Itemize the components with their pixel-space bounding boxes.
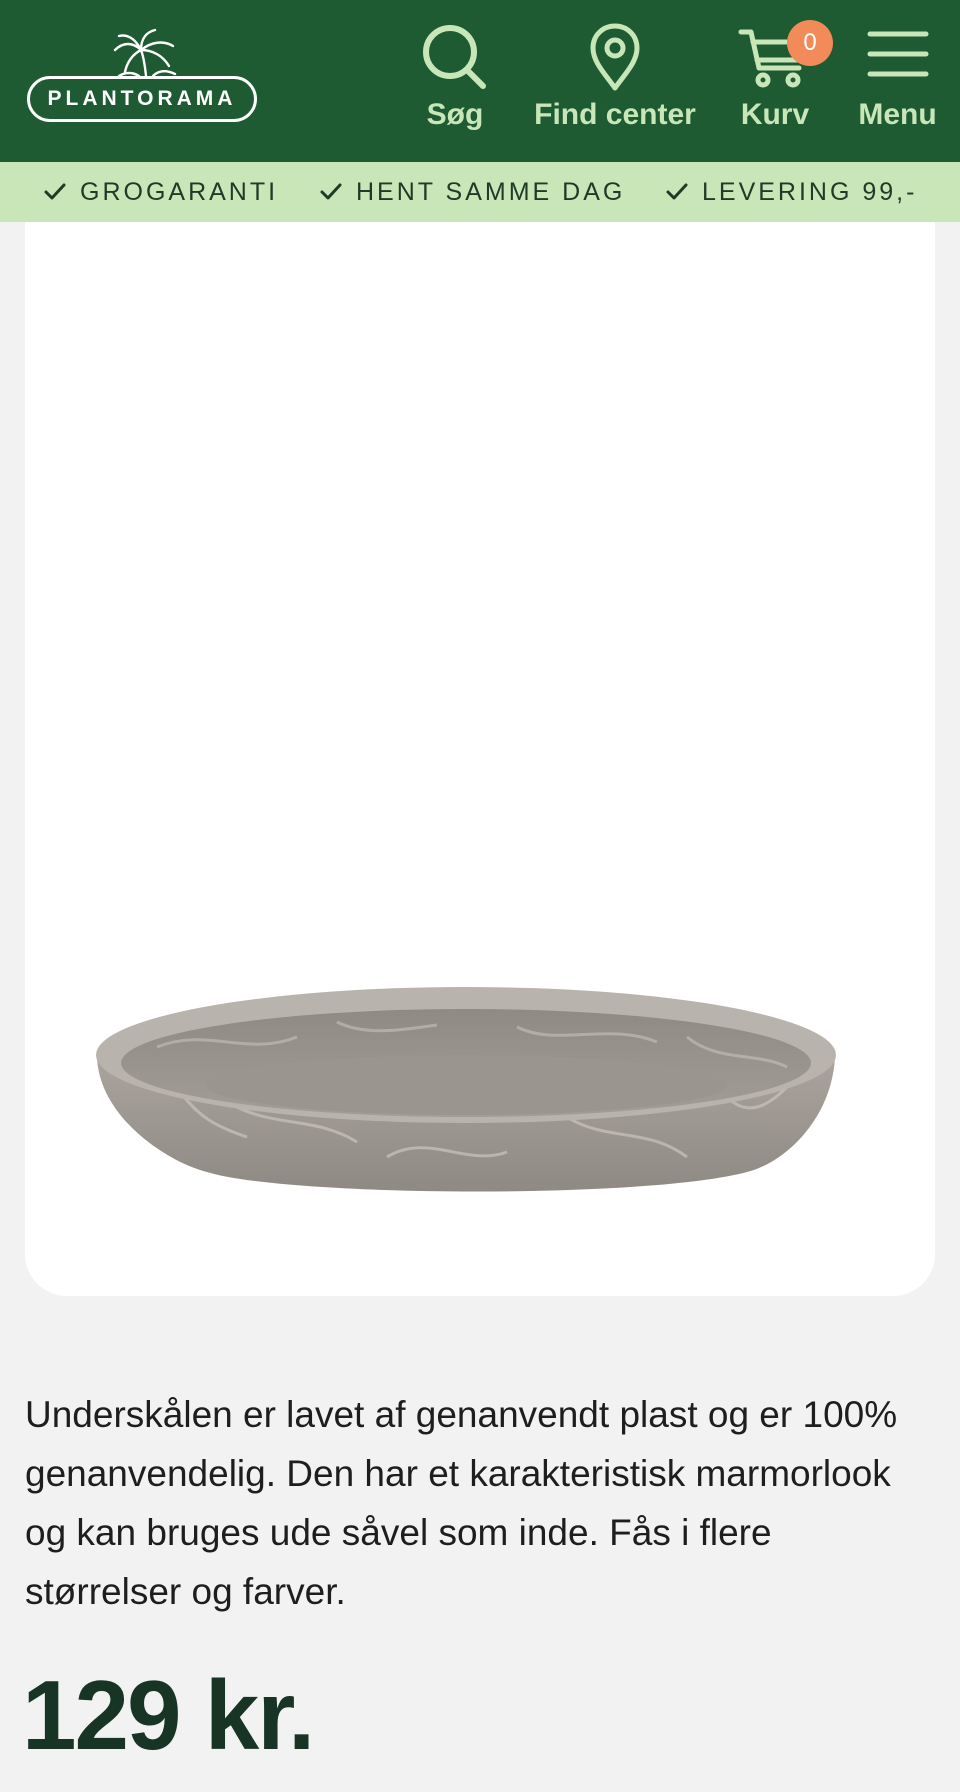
product-price: 129 kr. [22, 1660, 315, 1770]
usp-label: LEVERING 99,- [702, 177, 918, 206]
search-icon [423, 25, 486, 89]
menu-label: Menu [858, 98, 937, 131]
saucer-image [96, 987, 836, 1192]
find-center-button[interactable]: Find center [525, 20, 705, 140]
checkmark-icon [320, 183, 342, 200]
location-pin-icon [590, 23, 640, 91]
checkmark-icon [44, 183, 66, 200]
usp-label: GROGARANTI [80, 177, 279, 206]
find-center-label: Find center [534, 98, 696, 131]
checkmark-icon [666, 183, 688, 200]
usp-item: GROGARANTI [42, 162, 278, 222]
usp-item: LEVERING 99,- [664, 162, 917, 222]
logo-text: PLANTORAMA [27, 76, 257, 122]
usp-item: HENT SAMME DAG [318, 162, 625, 222]
site-header: PLANTORAMA Søg Find center 0 Kurv Menu [0, 0, 960, 162]
hamburger-menu-icon [867, 31, 928, 77]
cart-label: Kurv [740, 98, 810, 131]
search-label: Søg [426, 98, 484, 131]
plantorama-logo[interactable]: PLANTORAMA [27, 28, 257, 122]
product-description: Underskålen er lavet af genanvendt plast… [25, 1394, 898, 1612]
menu-button[interactable]: Menu [845, 20, 950, 140]
cart-count-badge: 0 [787, 20, 833, 66]
usp-bar: GROGARANTI HENT SAMME DAG LEVERING 99,- [0, 162, 960, 222]
palm-logo-icon [113, 28, 177, 78]
product-image-card[interactable] [25, 222, 935, 1296]
search-button[interactable]: Søg [405, 20, 505, 140]
cart-button[interactable]: 0 Kurv [725, 20, 833, 140]
usp-label: HENT SAMME DAG [356, 177, 626, 206]
